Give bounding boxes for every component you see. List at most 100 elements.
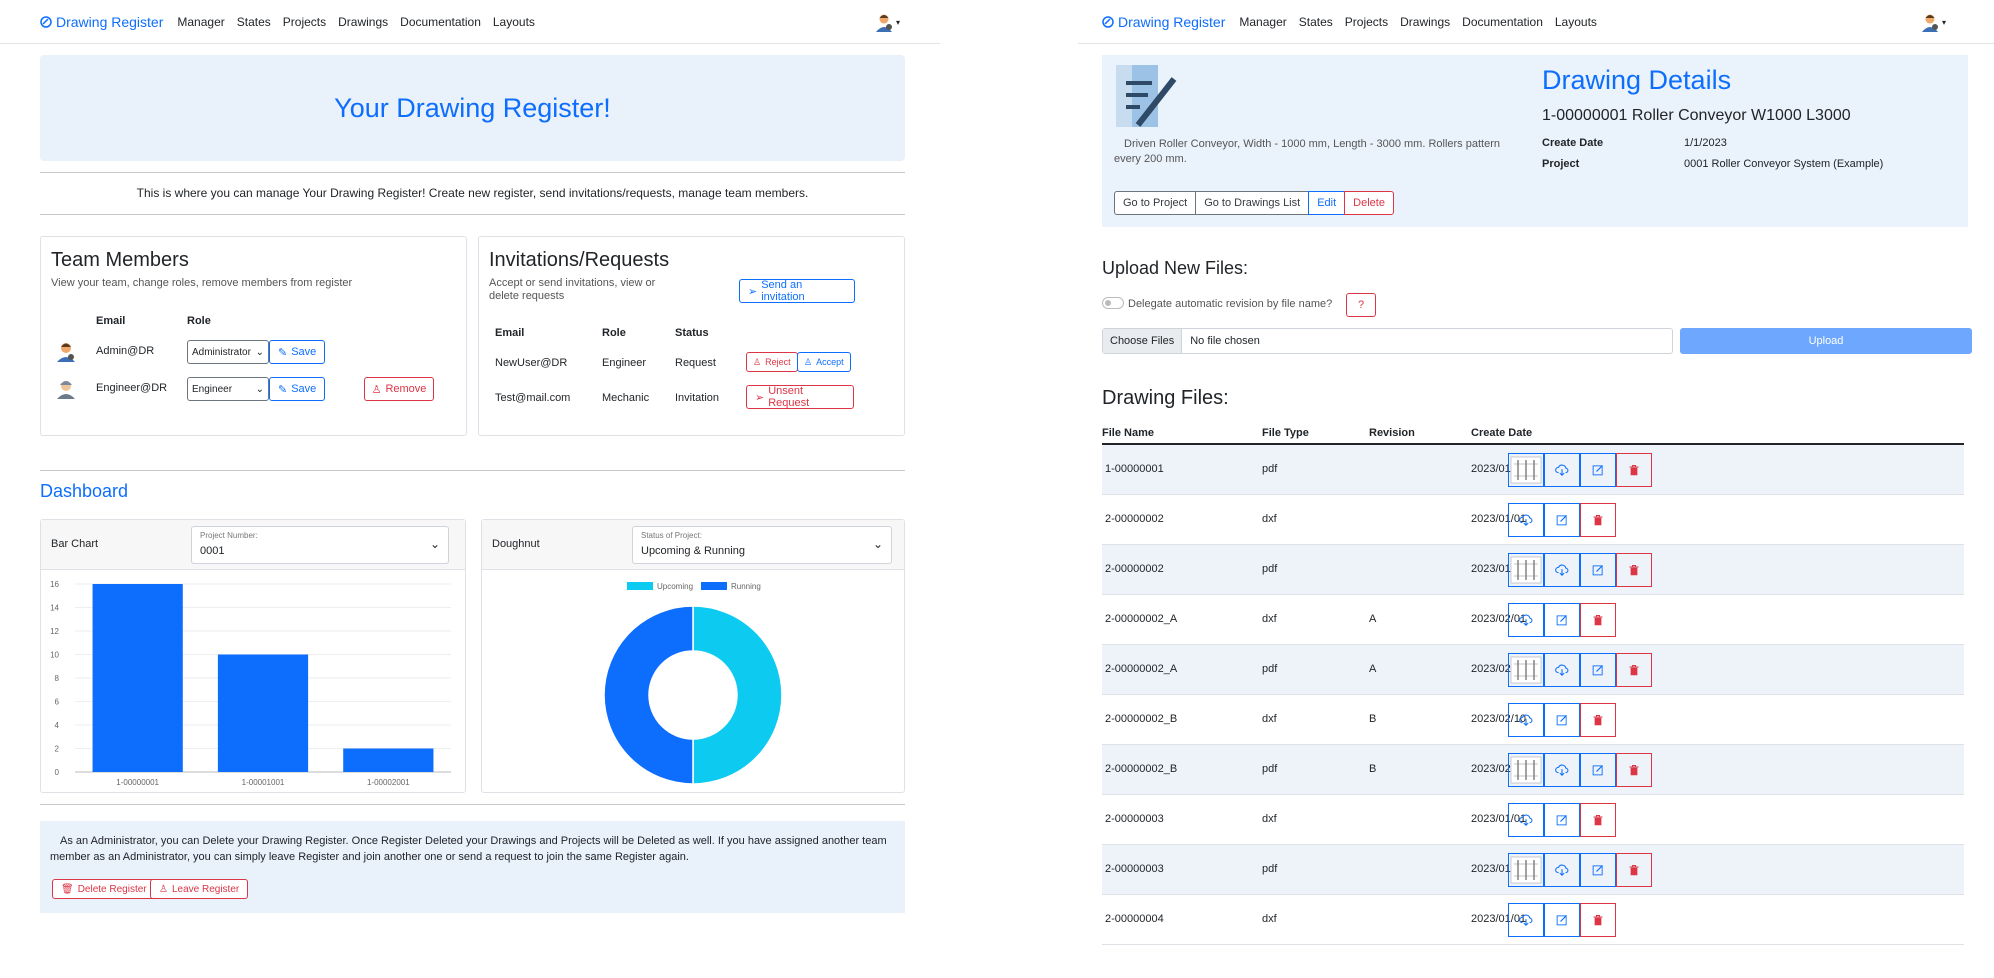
nav-projects[interactable]: Projects [283,15,326,29]
download-button[interactable] [1508,903,1544,937]
dashboard-title: Dashboard [40,481,129,501]
auto-revision-toggle[interactable] [1102,297,1124,309]
accept-button[interactable]: ♙ Accept [797,352,851,372]
edit-icon: ✎ [278,383,288,396]
upload-button[interactable]: Upload [1680,328,1972,354]
files-table-header: File Name File Type Revision Create Date [1102,424,1964,445]
role-select-value: Engineer [192,383,233,395]
send-invitation-button[interactable]: ➢ Send an invitation [739,279,855,303]
unsent-request-button[interactable]: ➢ Unsent Request [746,385,854,409]
table-row: 2-00000004 dxf 2023/01/01 [1102,895,1964,945]
project-status-select[interactable]: Status of Project: Upcoming & Running ⌄ [632,526,892,564]
drawing-preview[interactable] [1508,553,1544,587]
admin-avatar-icon [57,343,75,362]
delete-file-button[interactable] [1616,853,1652,887]
cloud-download-icon [1555,664,1569,676]
leave-register-button[interactable]: ♙ Leave Register [150,879,249,899]
nav-drawings[interactable]: Drawings [338,15,388,29]
user-menu[interactable]: ▾ [874,12,900,32]
nav-layouts[interactable]: Layouts [493,15,535,29]
trash-icon [1629,465,1639,476]
col-file-type: File Type [1262,427,1309,439]
role-select[interactable]: Administrator ⌄ [187,340,269,364]
nav-states[interactable]: States [1299,15,1333,29]
delete-file-button[interactable] [1580,903,1616,937]
download-button[interactable] [1544,553,1580,587]
file-name: 2-00000003 [1105,813,1164,825]
edit-file-button[interactable] [1544,603,1580,637]
choose-files-button[interactable]: Choose Files [1103,329,1183,353]
file-name: 2-00000002 [1105,563,1164,575]
file-name: 2-00000002_A [1105,663,1178,675]
download-button[interactable] [1544,853,1580,887]
edit-file-button[interactable] [1544,903,1580,937]
help-button[interactable]: ? [1346,293,1376,317]
invite-email: Test@mail.com [495,392,571,404]
go-to-project-button[interactable]: Go to Project [1114,191,1197,215]
edit-file-button[interactable] [1580,853,1616,887]
drawing-preview[interactable] [1508,653,1544,687]
brand-label: Drawing Register [56,13,164,30]
col-create-date: Create Date [1471,427,1533,439]
save-role-button[interactable]: ✎ Save [269,377,326,401]
go-to-drawings-list-button[interactable]: Go to Drawings List [1195,191,1310,215]
drawing-preview[interactable] [1508,453,1544,487]
download-button[interactable] [1544,653,1580,687]
remove-member-button[interactable]: ♙ Remove [364,377,434,401]
download-button[interactable] [1508,703,1544,737]
user-menu[interactable]: ▾ [1920,12,1946,32]
role-select[interactable]: Engineer ⌄ [187,377,269,401]
edit-file-button[interactable] [1544,803,1580,837]
drawing-preview[interactable] [1508,753,1544,787]
file-input[interactable]: Choose Files No file chosen [1102,328,1673,354]
delete-drawing-button[interactable]: Delete [1344,191,1394,215]
project-number-select[interactable]: Project Number: 0001 ⌄ [191,526,449,564]
drawing-preview[interactable] [1508,853,1544,887]
hero-banner: Your Drawing Register! [40,55,905,161]
row-actions [1508,653,1652,687]
edit-file-button[interactable] [1580,753,1616,787]
edit-file-button[interactable] [1544,503,1580,537]
brand[interactable]: Drawing Register [1102,14,1225,30]
reject-button[interactable]: ♙ Reject [746,352,798,372]
nav-states[interactable]: States [237,15,271,29]
nav-drawings[interactable]: Drawings [1400,15,1450,29]
delete-file-button[interactable] [1616,453,1652,487]
cloud-download-icon [1555,764,1569,776]
nav-manager[interactable]: Manager [1239,15,1286,29]
remove-label: Remove [385,383,427,395]
edit-file-button[interactable] [1580,553,1616,587]
bar-chart-header: Bar Chart Project Number: 0001 ⌄ [41,520,465,570]
edit-file-button[interactable] [1580,653,1616,687]
select-floating-label: Project Number: [200,531,258,540]
table-row: 2-00000002_B dxf B 2023/02/10 [1102,695,1964,745]
delete-file-button[interactable] [1580,703,1616,737]
download-button[interactable] [1508,803,1544,837]
delete-file-button[interactable] [1580,503,1616,537]
nav-documentation[interactable]: Documentation [1462,15,1543,29]
file-type: pdf [1262,863,1278,875]
delete-file-button[interactable] [1616,753,1652,787]
admin-footer: As an Administrator, you can Delete your… [40,821,905,913]
delete-file-button[interactable] [1616,653,1652,687]
download-button[interactable] [1508,503,1544,537]
save-role-button[interactable]: ✎ Save [269,340,326,364]
user-remove-icon: ♙ [371,383,382,396]
nav-manager[interactable]: Manager [177,15,224,29]
nav-documentation[interactable]: Documentation [400,15,481,29]
hero-title: Your Drawing Register! [334,92,611,123]
brand[interactable]: Drawing Register [40,14,163,30]
delete-file-button[interactable] [1580,803,1616,837]
nav-projects[interactable]: Projects [1345,15,1388,29]
edit-file-button[interactable] [1580,453,1616,487]
download-button[interactable] [1544,453,1580,487]
nav-layouts[interactable]: Layouts [1555,15,1597,29]
edit-file-button[interactable] [1544,703,1580,737]
delete-file-button[interactable] [1580,603,1616,637]
delete-file-button[interactable] [1616,553,1652,587]
document-pen-icon [1116,65,1177,127]
download-button[interactable] [1508,603,1544,637]
delete-register-button[interactable]: 🗑 Delete Register [52,879,156,899]
download-button[interactable] [1544,753,1580,787]
edit-drawing-button[interactable]: Edit [1308,191,1346,215]
